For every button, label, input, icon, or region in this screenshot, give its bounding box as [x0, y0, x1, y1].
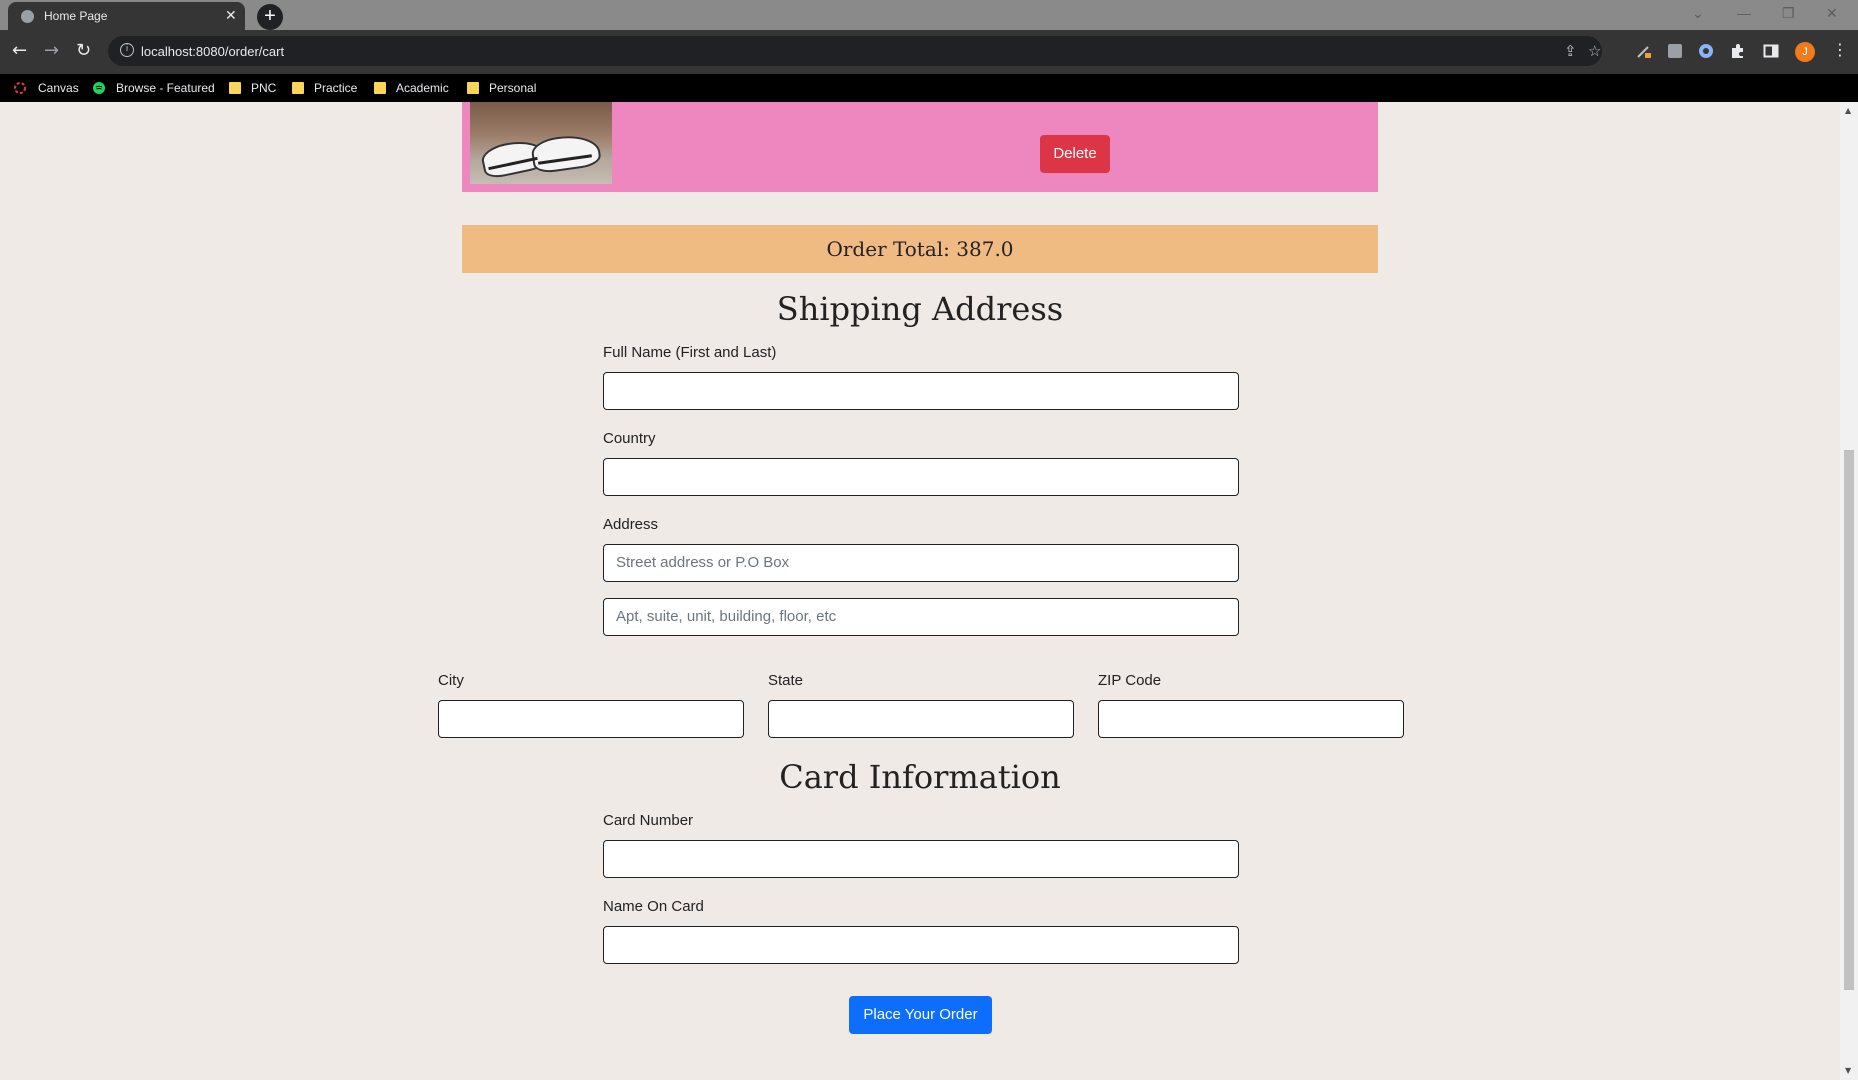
scroll-up-arrow-icon[interactable]: ▲	[1845, 106, 1851, 115]
back-arrow-icon[interactable]: ←	[12, 40, 27, 61]
spotify-icon	[93, 82, 105, 94]
state-input[interactable]	[768, 700, 1074, 738]
minimize-icon[interactable]: —	[1737, 5, 1751, 21]
product-image	[470, 102, 612, 184]
side-panel-icon[interactable]	[1763, 43, 1779, 59]
bookmark-star-icon[interactable]: ☆	[1588, 42, 1601, 60]
city-input[interactable]	[438, 700, 744, 738]
place-order-button[interactable]: Place Your Order	[849, 996, 992, 1034]
order-total: Order Total: 387.0	[462, 225, 1378, 273]
folder-icon	[292, 82, 304, 94]
pen-extension-icon[interactable]	[1636, 43, 1652, 59]
tab-close-icon[interactable]: ✕	[225, 7, 237, 24]
canvas-icon	[14, 82, 26, 94]
full-name-label: Full Name (First and Last)	[603, 344, 777, 361]
browser-tab[interactable]: Home Page ✕	[8, 2, 245, 30]
folder-icon	[374, 82, 386, 94]
zip-code-input[interactable]	[1098, 700, 1404, 738]
restore-icon[interactable]: ❐	[1782, 5, 1795, 22]
extension-app-icon[interactable]	[1667, 43, 1683, 59]
reload-icon[interactable]: ↻	[76, 40, 91, 61]
country-input[interactable]	[603, 458, 1239, 496]
window-close-icon[interactable]: ✕	[1826, 5, 1838, 22]
shield-extension-icon[interactable]	[1698, 43, 1714, 59]
tab-strip: Home Page ✕ + ⌄ — ❐ ✕	[0, 0, 1858, 30]
city-label: City	[438, 672, 464, 689]
site-info-icon[interactable]: i	[120, 43, 134, 57]
tab-search-icon[interactable]: ⌄	[1692, 5, 1704, 22]
bookmarks-bar: Canvas Browse - Featured PNC Practice Ac…	[0, 74, 1858, 102]
globe-icon	[21, 10, 34, 23]
page-content: Delete Order Total: 387.0 Shipping Addre…	[0, 102, 1840, 1080]
bookmark-personal[interactable]: Personal	[489, 81, 536, 95]
address-bar[interactable]: i localhost:8080/order/cart ⇪ ☆	[108, 36, 1602, 66]
delete-button[interactable]: Delete	[1040, 135, 1110, 173]
card-information-heading: Card Information	[779, 758, 1061, 796]
new-tab-button[interactable]: +	[257, 4, 283, 30]
browser-toolbar: ← → ↻ i localhost:8080/order/cart ⇪ ☆ J …	[0, 30, 1858, 74]
name-on-card-label: Name On Card	[603, 898, 704, 915]
bookmark-pnc[interactable]: PNC	[251, 81, 276, 95]
url-text[interactable]: localhost:8080/order/cart	[141, 44, 284, 59]
country-label: Country	[603, 430, 656, 447]
folder-icon	[229, 82, 241, 94]
zip-code-label: ZIP Code	[1098, 672, 1162, 689]
folder-icon	[467, 82, 479, 94]
puzzle-extensions-icon[interactable]	[1729, 43, 1745, 59]
cart-item: Delete	[462, 102, 1378, 192]
tab-title: Home Page	[44, 9, 108, 23]
scrollbar-thumb[interactable]	[1844, 450, 1854, 990]
card-number-label: Card Number	[603, 812, 694, 829]
state-label: State	[768, 672, 804, 689]
scroll-down-arrow-icon[interactable]: ▼	[1845, 1066, 1851, 1075]
bookmark-canvas[interactable]: Canvas	[38, 81, 79, 95]
apt-suite-input[interactable]: Apt, suite, unit, building, floor, etc	[603, 598, 1239, 636]
bookmark-practice[interactable]: Practice	[314, 81, 357, 95]
profile-avatar[interactable]: J	[1795, 42, 1815, 62]
bookmark-browse-featured[interactable]: Browse - Featured	[116, 81, 215, 95]
vertical-scrollbar[interactable]: ▲ ▼	[1840, 102, 1858, 1080]
bookmark-academic[interactable]: Academic	[396, 81, 449, 95]
shipping-address-heading: Shipping Address	[776, 290, 1064, 328]
full-name-input[interactable]	[603, 372, 1239, 410]
street-address-input[interactable]: Street address or P.O Box	[603, 544, 1239, 582]
forward-arrow-icon[interactable]: →	[44, 40, 59, 61]
share-icon[interactable]: ⇪	[1564, 42, 1577, 60]
card-number-input[interactable]	[603, 840, 1239, 878]
address-label: Address	[603, 516, 659, 533]
name-on-card-input[interactable]	[603, 926, 1239, 964]
menu-kebab-icon[interactable]: ⋮	[1832, 40, 1848, 59]
